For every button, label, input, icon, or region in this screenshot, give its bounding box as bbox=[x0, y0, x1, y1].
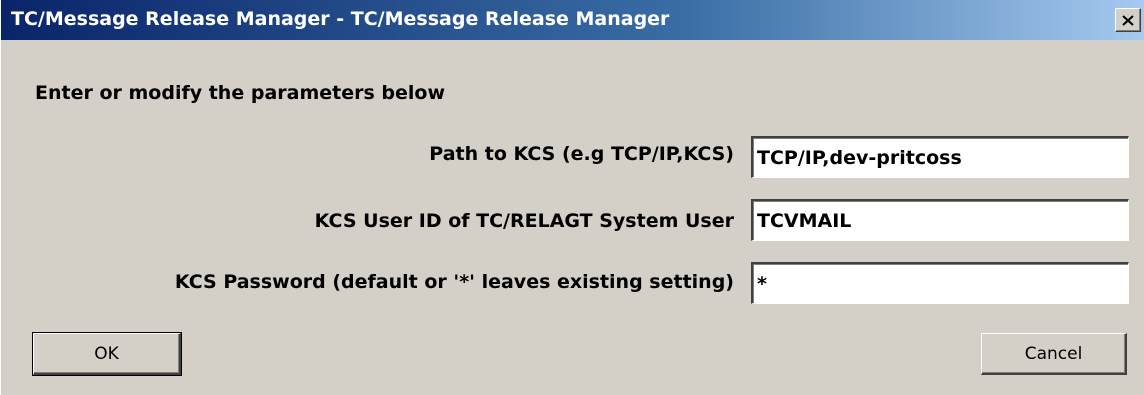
close-icon bbox=[1122, 14, 1134, 26]
window-title: TC/Message Release Manager - TC/Message … bbox=[11, 8, 670, 30]
kcs-password-label: KCS Password (default or '*' leaves exis… bbox=[174, 271, 734, 293]
dialog-window: TC/Message Release Manager - TC/Message … bbox=[0, 0, 1144, 395]
ok-button[interactable]: OK bbox=[32, 332, 182, 376]
cancel-button[interactable]: Cancel bbox=[981, 333, 1127, 375]
kcs-path-label: Path to KCS (e.g TCP/IP,KCS) bbox=[429, 143, 734, 165]
kcs-password-input[interactable] bbox=[751, 262, 1129, 304]
kcs-path-input[interactable] bbox=[751, 136, 1129, 178]
kcs-user-id-label: KCS User ID of TC/RELAGT System User bbox=[314, 210, 734, 232]
kcs-user-id-input[interactable] bbox=[751, 199, 1129, 241]
close-button[interactable] bbox=[1115, 8, 1141, 32]
instructions-text: Enter or modify the parameters below bbox=[35, 82, 446, 104]
title-bar[interactable]: TC/Message Release Manager - TC/Message … bbox=[1, 0, 1144, 40]
